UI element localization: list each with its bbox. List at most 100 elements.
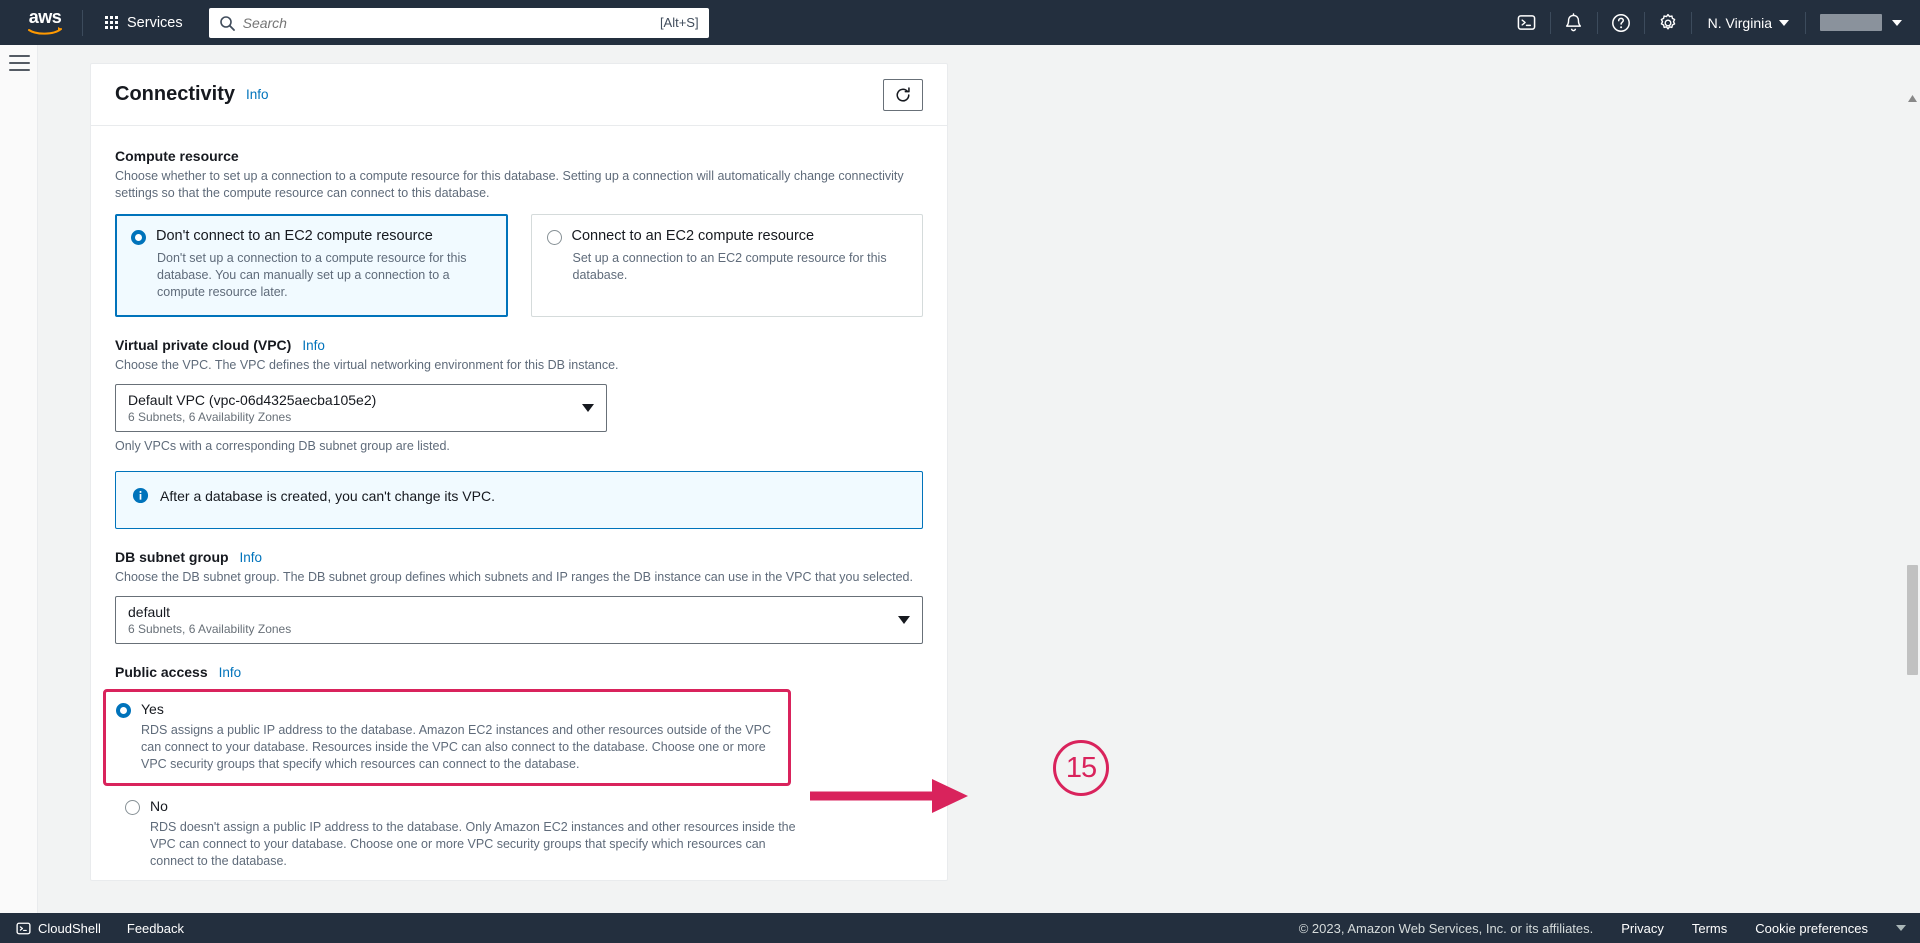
hamburger-line xyxy=(9,55,30,57)
footer-copyright: © 2023, Amazon Web Services, Inc. or its… xyxy=(1298,920,1594,936)
compute-resource-label: Compute resource xyxy=(115,148,923,164)
info-circle-icon xyxy=(132,487,149,504)
bell-icon xyxy=(1566,12,1582,31)
refresh-button[interactable] xyxy=(883,78,923,111)
option-description: RDS assigns a public IP address to the d… xyxy=(141,723,771,771)
chevron-down-icon xyxy=(582,404,594,412)
public-access-info-link[interactable]: Info xyxy=(219,665,242,680)
radio-connect[interactable] xyxy=(546,230,562,245)
db-subnet-group-info-link[interactable]: Info xyxy=(240,550,263,565)
search-icon xyxy=(219,15,235,31)
radio-dont-connect[interactable] xyxy=(131,230,146,245)
db-subnet-group-selected-value: default xyxy=(128,604,171,620)
chevron-down-icon xyxy=(1892,19,1902,26)
vpc-selected-value: Default VPC (vpc-06d4325aecba105e2) xyxy=(128,392,377,408)
search-input[interactable] xyxy=(242,14,660,31)
chevron-down-icon xyxy=(898,616,910,624)
panel-body: Compute resource Choose whether to set u… xyxy=(91,126,947,880)
cloudshell-icon xyxy=(1517,15,1536,30)
footer-feedback-button[interactable]: Feedback xyxy=(127,921,184,936)
notifications-button[interactable] xyxy=(1551,0,1597,45)
annotation-step-badge: 15 xyxy=(1053,740,1109,796)
option-header: No xyxy=(125,798,923,815)
region-selector[interactable]: N. Virginia xyxy=(1692,0,1805,45)
option-title: Connect to an EC2 compute resource xyxy=(571,228,815,244)
option-title: Don't connect to an EC2 compute resource xyxy=(156,228,433,244)
compute-resource-label-text: Compute resource xyxy=(115,148,239,164)
db-subnet-group-select-texts: default 6 Subnets, 6 Availability Zones xyxy=(128,604,898,636)
radio-public-access-yes[interactable] xyxy=(116,703,131,718)
vpc-description: Choose the VPC. The VPC defines the virt… xyxy=(115,358,619,372)
vpc-helper-text: Only VPCs with a corresponding DB subnet… xyxy=(115,439,450,453)
chevron-up-icon xyxy=(1908,94,1917,102)
public-access-option-no[interactable]: No RDS doesn't assign a public IP addres… xyxy=(115,798,923,870)
nav-divider xyxy=(82,9,83,36)
footer-cloudshell-label: CloudShell xyxy=(38,920,101,936)
aws-logo[interactable]: aws xyxy=(22,7,68,35)
compute-resource-option-connect[interactable]: Connect to an EC2 compute resource Set u… xyxy=(530,214,923,317)
page-scrollbar-thumb[interactable] xyxy=(1907,565,1918,675)
db-subnet-group-label-text: DB subnet group xyxy=(115,549,229,565)
connectivity-info-link[interactable]: Info xyxy=(246,87,269,102)
db-subnet-group-description: Choose the DB subnet group. The DB subne… xyxy=(115,570,913,584)
option-header: Don't connect to an EC2 compute resource xyxy=(131,228,492,245)
public-access-label-text: Public access xyxy=(115,664,208,680)
footer-cookie-preferences-link[interactable]: Cookie preferences xyxy=(1755,921,1868,936)
hamburger-line xyxy=(9,69,30,71)
public-access-label: Public access Info xyxy=(115,664,923,680)
region-label: N. Virginia xyxy=(1707,14,1772,31)
aws-smile-icon xyxy=(28,27,62,35)
vpc-selected-sub: 6 Subnets, 6 Availability Zones xyxy=(128,410,292,424)
account-menu-button[interactable] xyxy=(1806,0,1920,45)
radio-public-access-no[interactable] xyxy=(125,800,140,815)
vpc-info-alert: After a database is created, you can't c… xyxy=(115,471,923,529)
option-header: Connect to an EC2 compute resource xyxy=(546,228,908,245)
settings-button[interactable] xyxy=(1645,0,1691,45)
option-header: Yes xyxy=(116,701,778,718)
footer-privacy-link[interactable]: Privacy xyxy=(1621,921,1664,936)
footer-bar: CloudShell Feedback © 2023, Amazon Web S… xyxy=(0,913,1920,943)
panel-header: Connectivity Info xyxy=(91,64,947,126)
connectivity-panel: Connectivity Info Compute resource Choos… xyxy=(90,63,948,881)
vpc-select-texts: Default VPC (vpc-06d4325aecba105e2) 6 Su… xyxy=(128,392,582,424)
option-title: No xyxy=(150,798,168,814)
vpc-alert-text: After a database is created, you can't c… xyxy=(160,488,495,504)
compute-resource-description: Choose whether to set up a connection to… xyxy=(115,169,904,200)
footer-terms-link[interactable]: Terms xyxy=(1692,921,1727,936)
option-title: Yes xyxy=(141,701,164,717)
scrollbar-up-arrow[interactable] xyxy=(1906,91,1919,105)
cloudshell-button[interactable] xyxy=(1504,0,1550,45)
aws-logo-text: aws xyxy=(28,7,62,27)
vpc-select[interactable]: Default VPC (vpc-06d4325aecba105e2) 6 Su… xyxy=(115,384,607,432)
compute-resource-options: Don't connect to an EC2 compute resource… xyxy=(115,214,923,317)
refresh-icon xyxy=(896,86,910,102)
vpc-label: Virtual private cloud (VPC) Info xyxy=(115,337,923,353)
footer-right-group: © 2023, Amazon Web Services, Inc. or its… xyxy=(1299,921,1906,936)
footer-left-group: CloudShell Feedback xyxy=(16,921,184,936)
global-search-box[interactable]: [Alt+S] xyxy=(208,7,709,38)
option-description: Don't set up a connection to a compute r… xyxy=(157,251,467,299)
vpc-field: Virtual private cloud (VPC) Info Choose … xyxy=(115,337,923,453)
services-menu-button[interactable]: Services xyxy=(97,9,191,37)
cloudshell-icon xyxy=(16,922,31,934)
page-title: Connectivity xyxy=(115,83,236,105)
footer-cloudshell-button[interactable]: CloudShell xyxy=(16,921,101,936)
chevron-down-icon xyxy=(1779,19,1789,26)
vpc-info-link[interactable]: Info xyxy=(302,338,325,353)
public-access-option-yes-highlight[interactable]: Yes RDS assigns a public IP address to t… xyxy=(103,689,791,786)
account-name-redacted xyxy=(1820,14,1882,31)
question-circle-icon xyxy=(1611,13,1630,32)
db-subnet-group-selected-sub: 6 Subnets, 6 Availability Zones xyxy=(128,622,292,636)
compute-resource-option-dont-connect[interactable]: Don't connect to an EC2 compute resource… xyxy=(115,214,508,317)
db-subnet-group-select[interactable]: default 6 Subnets, 6 Availability Zones xyxy=(115,596,923,644)
chevron-down-icon[interactable] xyxy=(1896,925,1906,931)
compute-resource-field: Compute resource Choose whether to set u… xyxy=(115,148,923,317)
sidebar-toggle-button[interactable] xyxy=(9,55,30,76)
option-description: Set up a connection to an EC2 compute re… xyxy=(572,251,887,282)
public-access-field: Public access Info Yes RDS assigns a pub… xyxy=(103,664,923,870)
annotation-step-number: 15 xyxy=(1065,751,1097,784)
search-shortcut-hint: [Alt+S] xyxy=(659,15,699,30)
help-button[interactable] xyxy=(1598,0,1644,45)
public-access-options: Yes RDS assigns a public IP address to t… xyxy=(103,689,923,870)
page-scrollbar-track[interactable] xyxy=(1905,45,1920,913)
